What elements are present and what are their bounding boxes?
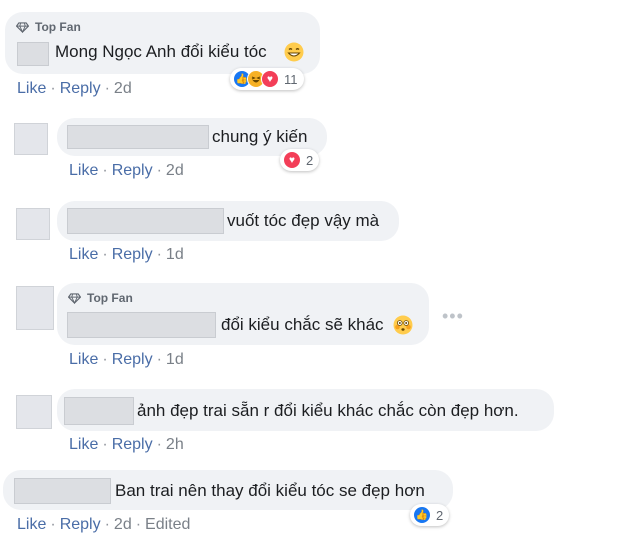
reaction-count: 2 xyxy=(436,507,444,523)
like-link[interactable]: Like xyxy=(69,436,98,454)
reaction-summary[interactable]: 👍 ♥ 11 xyxy=(230,68,304,90)
avatar[interactable] xyxy=(14,123,48,155)
redacted-author-name[interactable] xyxy=(64,397,134,425)
redacted-author-name[interactable] xyxy=(17,42,49,66)
flushed-icon xyxy=(393,315,413,335)
love-icon: ♥ xyxy=(283,151,301,169)
top-fan-badge: Top Fan xyxy=(16,20,81,34)
avatar[interactable] xyxy=(16,395,52,429)
like-link[interactable]: Like xyxy=(69,246,98,264)
reply-link[interactable]: Reply xyxy=(112,162,153,180)
comment-actions: Like · Reply · 2d · Edited xyxy=(17,516,191,534)
reply-link[interactable]: Reply xyxy=(60,516,101,534)
redacted-author-name[interactable] xyxy=(67,125,209,149)
like-link[interactable]: Like xyxy=(17,516,46,534)
comment-text: vuốt tóc đẹp vậy mà xyxy=(227,211,380,230)
comment-actions: Like · Reply · 2d xyxy=(69,162,184,180)
reaction-summary[interactable]: 👍 2 xyxy=(410,504,450,526)
diamond-icon xyxy=(16,22,29,33)
like-icon: 👍 xyxy=(413,506,431,524)
timestamp[interactable]: 2h xyxy=(166,436,184,454)
avatar[interactable] xyxy=(16,208,50,240)
comment-text: ảnh đẹp trai sẵn r đổi kiểu khác chắc cò… xyxy=(137,401,519,420)
diamond-icon xyxy=(68,293,81,304)
redacted-author-name[interactable] xyxy=(67,208,224,234)
grin-icon xyxy=(284,42,304,62)
comment-actions: Like · Reply · 1d xyxy=(69,246,184,264)
more-options-icon[interactable]: ••• xyxy=(442,306,464,327)
top-fan-badge: Top Fan xyxy=(68,291,133,305)
comment-actions: Like · Reply · 1d xyxy=(69,351,184,369)
timestamp[interactable]: 1d xyxy=(166,351,184,369)
timestamp[interactable]: 1d xyxy=(166,246,184,264)
like-link[interactable]: Like xyxy=(69,162,98,180)
redacted-author-name[interactable] xyxy=(67,312,216,338)
comment-actions: Like · Reply · 2h xyxy=(69,436,184,454)
comment-text: Ban trai nên thay đổi kiểu tóc se đẹp hơ… xyxy=(115,481,425,500)
comment-text: đổi kiểu chắc sẽ khác xyxy=(221,315,384,334)
timestamp[interactable]: 2d xyxy=(114,80,132,98)
reply-link[interactable]: Reply xyxy=(112,246,153,264)
like-link[interactable]: Like xyxy=(17,80,46,98)
badge-label: Top Fan xyxy=(35,20,81,34)
edited-label[interactable]: Edited xyxy=(145,516,190,534)
avatar[interactable] xyxy=(16,286,54,330)
timestamp[interactable]: 2d xyxy=(166,162,184,180)
comment-text: chung ý kiến xyxy=(212,127,308,146)
comment-actions: Like · Reply · 2d xyxy=(17,80,132,98)
timestamp[interactable]: 2d xyxy=(114,516,132,534)
comment-text: Mong Ngọc Anh đổi kiểu tóc xyxy=(55,42,267,61)
love-icon: ♥ xyxy=(261,70,279,88)
reply-link[interactable]: Reply xyxy=(112,351,153,369)
like-link[interactable]: Like xyxy=(69,351,98,369)
badge-label: Top Fan xyxy=(87,291,133,305)
reply-link[interactable]: Reply xyxy=(60,80,101,98)
reaction-summary[interactable]: ♥ 2 xyxy=(280,149,320,171)
reaction-count: 11 xyxy=(284,71,298,87)
redacted-author-name[interactable] xyxy=(14,478,111,504)
reply-link[interactable]: Reply xyxy=(112,436,153,454)
reaction-count: 2 xyxy=(306,152,314,168)
